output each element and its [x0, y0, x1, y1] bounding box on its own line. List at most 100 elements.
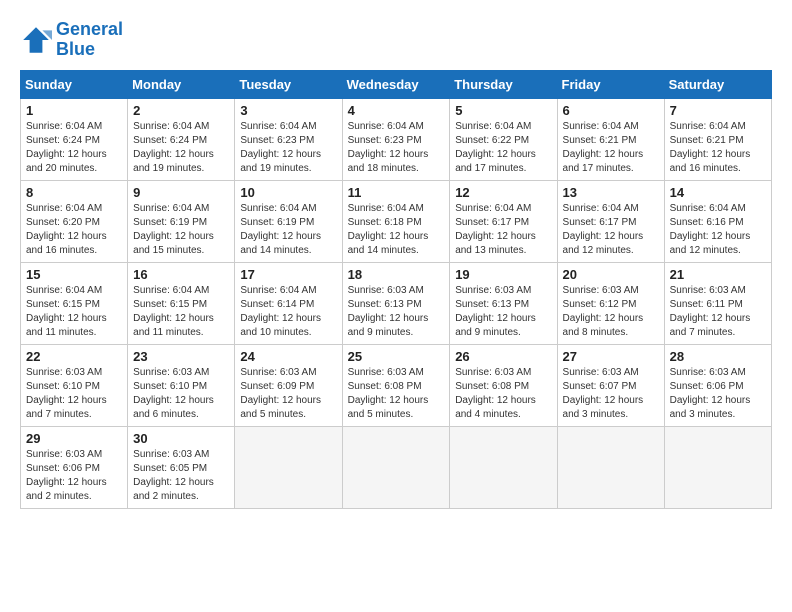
day-info: Sunrise: 6:03 AM Sunset: 6:13 PM Dayligh… — [348, 284, 445, 340]
calendar-day-cell — [664, 426, 771, 508]
calendar-day-cell: 7 Sunrise: 6:04 AM Sunset: 6:21 PM Dayli… — [664, 98, 771, 180]
calendar-day-cell: 8 Sunrise: 6:04 AM Sunset: 6:20 PM Dayli… — [21, 180, 128, 262]
calendar-day-cell: 1 Sunrise: 6:04 AM Sunset: 6:24 PM Dayli… — [21, 98, 128, 180]
day-info: Sunrise: 6:04 AM Sunset: 6:15 PM Dayligh… — [26, 284, 122, 340]
calendar-week-row: 22 Sunrise: 6:03 AM Sunset: 6:10 PM Dayl… — [21, 344, 772, 426]
calendar-day-cell — [235, 426, 342, 508]
day-info: Sunrise: 6:04 AM Sunset: 6:23 PM Dayligh… — [240, 120, 336, 176]
day-info: Sunrise: 6:04 AM Sunset: 6:18 PM Dayligh… — [348, 202, 445, 258]
day-number: 23 — [133, 349, 229, 364]
day-info: Sunrise: 6:04 AM Sunset: 6:15 PM Dayligh… — [133, 284, 229, 340]
day-info: Sunrise: 6:04 AM Sunset: 6:16 PM Dayligh… — [670, 202, 766, 258]
calendar-day-cell — [450, 426, 557, 508]
day-info: Sunrise: 6:04 AM Sunset: 6:19 PM Dayligh… — [240, 202, 336, 258]
calendar-day-cell: 27 Sunrise: 6:03 AM Sunset: 6:07 PM Dayl… — [557, 344, 664, 426]
day-info: Sunrise: 6:04 AM Sunset: 6:17 PM Dayligh… — [455, 202, 551, 258]
day-info: Sunrise: 6:04 AM Sunset: 6:19 PM Dayligh… — [133, 202, 229, 258]
day-number: 4 — [348, 103, 445, 118]
day-info: Sunrise: 6:03 AM Sunset: 6:10 PM Dayligh… — [26, 366, 122, 422]
weekday-header: Sunday — [21, 70, 128, 98]
calendar-day-cell: 15 Sunrise: 6:04 AM Sunset: 6:15 PM Dayl… — [21, 262, 128, 344]
day-number: 9 — [133, 185, 229, 200]
day-info: Sunrise: 6:04 AM Sunset: 6:23 PM Dayligh… — [348, 120, 445, 176]
calendar-day-cell: 28 Sunrise: 6:03 AM Sunset: 6:06 PM Dayl… — [664, 344, 771, 426]
calendar-day-cell: 3 Sunrise: 6:04 AM Sunset: 6:23 PM Dayli… — [235, 98, 342, 180]
day-number: 26 — [455, 349, 551, 364]
day-number: 27 — [563, 349, 659, 364]
day-number: 30 — [133, 431, 229, 446]
calendar-week-row: 8 Sunrise: 6:04 AM Sunset: 6:20 PM Dayli… — [21, 180, 772, 262]
calendar-day-cell: 21 Sunrise: 6:03 AM Sunset: 6:11 PM Dayl… — [664, 262, 771, 344]
weekday-header: Saturday — [664, 70, 771, 98]
day-number: 13 — [563, 185, 659, 200]
calendar-day-cell: 18 Sunrise: 6:03 AM Sunset: 6:13 PM Dayl… — [342, 262, 450, 344]
calendar-day-cell: 13 Sunrise: 6:04 AM Sunset: 6:17 PM Dayl… — [557, 180, 664, 262]
calendar-week-row: 1 Sunrise: 6:04 AM Sunset: 6:24 PM Dayli… — [21, 98, 772, 180]
calendar-day-cell — [342, 426, 450, 508]
calendar-week-row: 15 Sunrise: 6:04 AM Sunset: 6:15 PM Dayl… — [21, 262, 772, 344]
calendar-day-cell: 25 Sunrise: 6:03 AM Sunset: 6:08 PM Dayl… — [342, 344, 450, 426]
day-number: 29 — [26, 431, 122, 446]
calendar-day-cell: 17 Sunrise: 6:04 AM Sunset: 6:14 PM Dayl… — [235, 262, 342, 344]
logo-text: General Blue — [56, 20, 123, 60]
day-info: Sunrise: 6:03 AM Sunset: 6:09 PM Dayligh… — [240, 366, 336, 422]
weekday-header: Tuesday — [235, 70, 342, 98]
calendar-day-cell: 19 Sunrise: 6:03 AM Sunset: 6:13 PM Dayl… — [450, 262, 557, 344]
calendar-day-cell: 9 Sunrise: 6:04 AM Sunset: 6:19 PM Dayli… — [128, 180, 235, 262]
day-number: 5 — [455, 103, 551, 118]
day-number: 14 — [670, 185, 766, 200]
day-number: 1 — [26, 103, 122, 118]
calendar-day-cell: 26 Sunrise: 6:03 AM Sunset: 6:08 PM Dayl… — [450, 344, 557, 426]
calendar-day-cell: 4 Sunrise: 6:04 AM Sunset: 6:23 PM Dayli… — [342, 98, 450, 180]
day-number: 12 — [455, 185, 551, 200]
day-info: Sunrise: 6:03 AM Sunset: 6:07 PM Dayligh… — [563, 366, 659, 422]
calendar-day-cell: 5 Sunrise: 6:04 AM Sunset: 6:22 PM Dayli… — [450, 98, 557, 180]
calendar-week-row: 29 Sunrise: 6:03 AM Sunset: 6:06 PM Dayl… — [21, 426, 772, 508]
day-info: Sunrise: 6:04 AM Sunset: 6:14 PM Dayligh… — [240, 284, 336, 340]
calendar-day-cell: 16 Sunrise: 6:04 AM Sunset: 6:15 PM Dayl… — [128, 262, 235, 344]
day-number: 2 — [133, 103, 229, 118]
calendar-day-cell: 30 Sunrise: 6:03 AM Sunset: 6:05 PM Dayl… — [128, 426, 235, 508]
weekday-header: Friday — [557, 70, 664, 98]
calendar-day-cell: 23 Sunrise: 6:03 AM Sunset: 6:10 PM Dayl… — [128, 344, 235, 426]
logo: General Blue — [20, 20, 123, 60]
page-header: General Blue — [20, 20, 772, 60]
day-number: 17 — [240, 267, 336, 282]
day-number: 16 — [133, 267, 229, 282]
day-info: Sunrise: 6:03 AM Sunset: 6:13 PM Dayligh… — [455, 284, 551, 340]
day-info: Sunrise: 6:03 AM Sunset: 6:06 PM Dayligh… — [26, 448, 122, 504]
day-number: 22 — [26, 349, 122, 364]
day-number: 28 — [670, 349, 766, 364]
calendar-day-cell: 22 Sunrise: 6:03 AM Sunset: 6:10 PM Dayl… — [21, 344, 128, 426]
calendar-table: SundayMondayTuesdayWednesdayThursdayFrid… — [20, 70, 772, 509]
day-number: 11 — [348, 185, 445, 200]
calendar-day-cell — [557, 426, 664, 508]
day-number: 24 — [240, 349, 336, 364]
day-info: Sunrise: 6:03 AM Sunset: 6:11 PM Dayligh… — [670, 284, 766, 340]
day-number: 6 — [563, 103, 659, 118]
day-number: 19 — [455, 267, 551, 282]
day-info: Sunrise: 6:04 AM Sunset: 6:21 PM Dayligh… — [670, 120, 766, 176]
day-info: Sunrise: 6:04 AM Sunset: 6:21 PM Dayligh… — [563, 120, 659, 176]
calendar-header-row: SundayMondayTuesdayWednesdayThursdayFrid… — [21, 70, 772, 98]
calendar-day-cell: 2 Sunrise: 6:04 AM Sunset: 6:24 PM Dayli… — [128, 98, 235, 180]
calendar-day-cell: 12 Sunrise: 6:04 AM Sunset: 6:17 PM Dayl… — [450, 180, 557, 262]
weekday-header: Wednesday — [342, 70, 450, 98]
calendar-day-cell: 14 Sunrise: 6:04 AM Sunset: 6:16 PM Dayl… — [664, 180, 771, 262]
day-info: Sunrise: 6:04 AM Sunset: 6:22 PM Dayligh… — [455, 120, 551, 176]
day-number: 18 — [348, 267, 445, 282]
day-info: Sunrise: 6:03 AM Sunset: 6:08 PM Dayligh… — [348, 366, 445, 422]
day-info: Sunrise: 6:03 AM Sunset: 6:06 PM Dayligh… — [670, 366, 766, 422]
day-number: 10 — [240, 185, 336, 200]
day-info: Sunrise: 6:03 AM Sunset: 6:05 PM Dayligh… — [133, 448, 229, 504]
calendar-day-cell: 6 Sunrise: 6:04 AM Sunset: 6:21 PM Dayli… — [557, 98, 664, 180]
calendar-day-cell: 29 Sunrise: 6:03 AM Sunset: 6:06 PM Dayl… — [21, 426, 128, 508]
calendar-day-cell: 11 Sunrise: 6:04 AM Sunset: 6:18 PM Dayl… — [342, 180, 450, 262]
day-info: Sunrise: 6:04 AM Sunset: 6:17 PM Dayligh… — [563, 202, 659, 258]
day-number: 25 — [348, 349, 445, 364]
day-number: 21 — [670, 267, 766, 282]
day-info: Sunrise: 6:03 AM Sunset: 6:12 PM Dayligh… — [563, 284, 659, 340]
day-info: Sunrise: 6:04 AM Sunset: 6:24 PM Dayligh… — [26, 120, 122, 176]
logo-icon — [20, 24, 52, 56]
day-info: Sunrise: 6:03 AM Sunset: 6:08 PM Dayligh… — [455, 366, 551, 422]
